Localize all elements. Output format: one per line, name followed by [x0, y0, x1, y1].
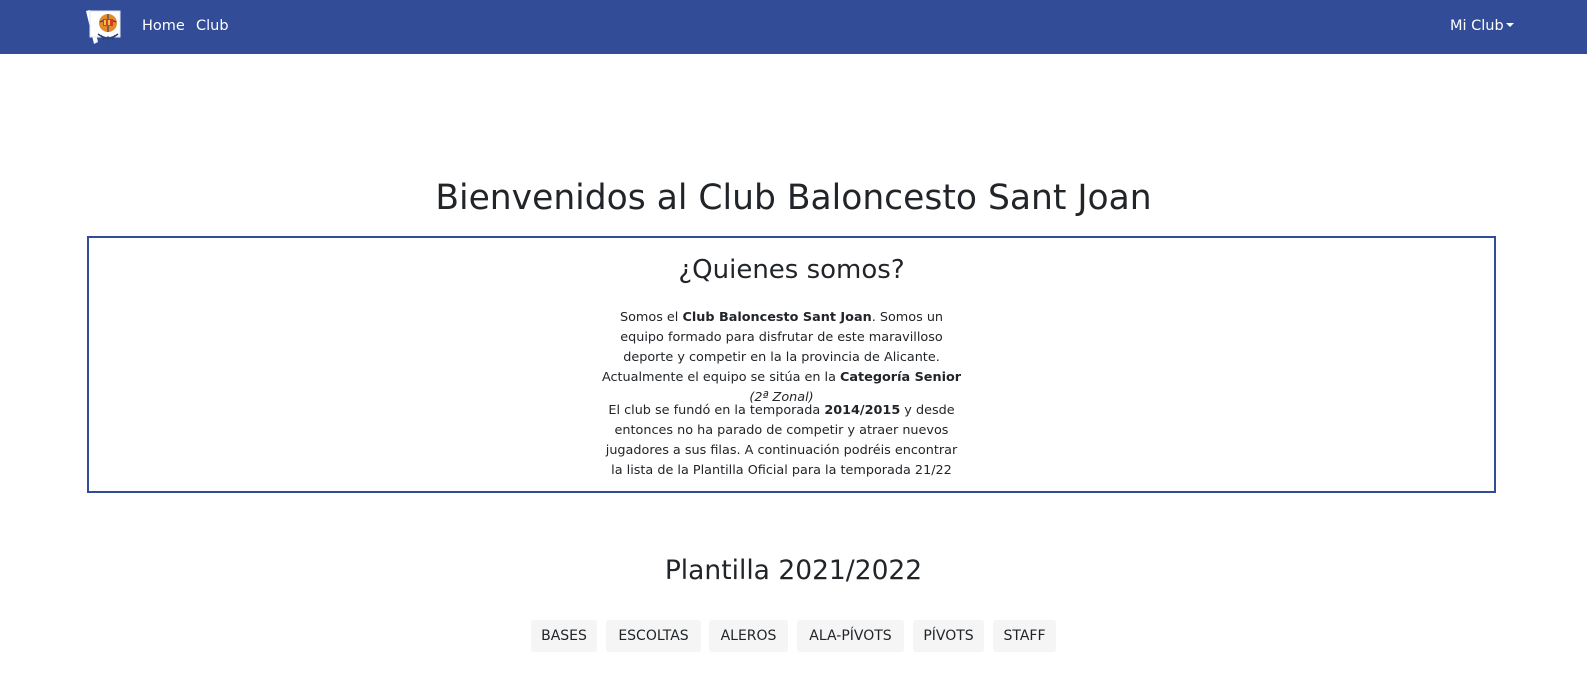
roster-title: Plantilla 2021/2022 — [664, 555, 923, 586]
tab-aleros[interactable]: ALEROS — [709, 620, 788, 652]
about-p2-text-1: El club se fundó en la temporada — [608, 403, 825, 418]
tab-escoltas[interactable]: ESCOLTAS — [606, 620, 701, 652]
tab-bases[interactable]: BASES — [531, 620, 597, 652]
about-paragraph-2: El club se fundó en la temporada 2014/20… — [599, 401, 964, 481]
tab-staff[interactable]: STAFF — [993, 620, 1056, 652]
caret-down-icon — [1505, 23, 1514, 27]
club-logo[interactable] — [84, 8, 126, 46]
page-title: Bienvenidos al Club Baloncesto Sant Joan — [435, 178, 1152, 218]
about-paragraph-1: Somos el Club Baloncesto Sant Joan. Somo… — [599, 308, 964, 408]
tab-pivots[interactable]: PÍVOTS — [913, 620, 984, 652]
tab-ala-pivots[interactable]: ALA-PÍVOTS — [797, 620, 904, 652]
about-p1-text-1: Somos el — [619, 310, 683, 325]
nav-club-link[interactable]: Club — [196, 0, 229, 54]
top-navbar: Home Club Mi Club — [0, 0, 1587, 54]
mi-club-dropdown[interactable]: Mi Club — [1450, 0, 1514, 54]
category-bold: Categoría Senior — [840, 370, 962, 385]
founding-season-bold: 2014/2015 — [824, 403, 901, 418]
about-section: ¿Quienes somos? Somos el Club Baloncesto… — [87, 236, 1496, 493]
club-name-bold: Club Baloncesto Sant Joan — [682, 310, 872, 325]
nav-home-link[interactable]: Home — [142, 0, 185, 54]
mi-club-label: Mi Club — [1450, 18, 1504, 34]
basketball-logo-icon — [86, 10, 121, 44]
about-title: ¿Quienes somos? — [678, 255, 905, 285]
